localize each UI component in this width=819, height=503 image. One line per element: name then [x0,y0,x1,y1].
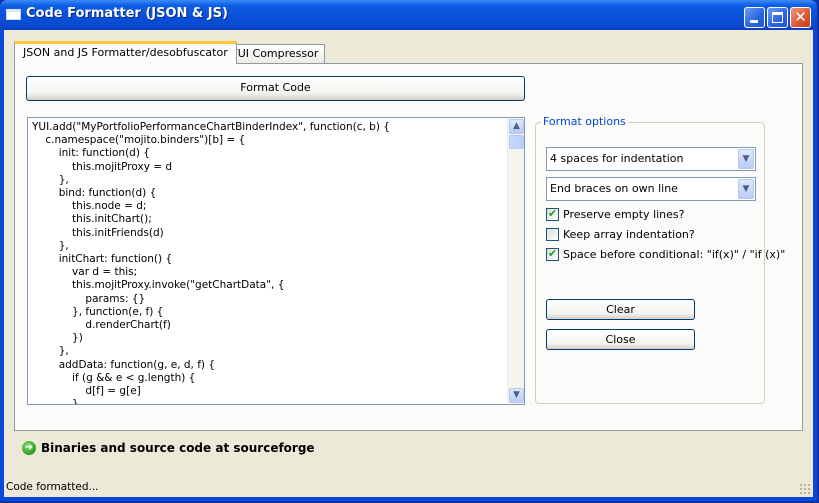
code-line: }, function(e, f) { [32,305,164,318]
formatter-tab-panel: Format Code YUI.add("MyPortfolioPerforma… [14,63,803,431]
resize-grip[interactable] [799,483,811,495]
indentation-select[interactable]: 4 spaces for indentation ▼ [546,147,756,171]
space-before-conditional-option[interactable]: ✔ Space before conditional: "if(x)" / "if… [546,246,786,264]
tab-yui-compressor[interactable]: YUI Compressor [224,44,326,64]
code-line: }) [32,332,83,345]
code-editor[interactable]: YUI.add("MyPortfolioPerformanceChartBind… [27,117,525,405]
preserve-empty-lines-checkbox[interactable]: ✔ [546,206,559,221]
tab-json-js-formatter[interactable]: JSON and JS Formatter/desobfuscator [14,41,237,64]
preserve-empty-lines-option[interactable]: ✔ Preserve empty lines? [546,206,685,224]
clear-button[interactable]: Clear [546,299,695,320]
code-line: addData: function(g, e, d, f) { [32,358,216,371]
keep-array-indentation-label: Keep array indentation? [563,228,695,241]
chevron-up-icon: ▲ [513,121,520,131]
code-line: YUI.add("MyPortfolioPerformanceChartBind… [32,121,390,133]
preserve-empty-lines-label: Preserve empty lines? [563,208,685,221]
braces-select[interactable]: End braces on own line ▼ [546,177,756,201]
maximize-button[interactable] [767,7,788,28]
scroll-up-button[interactable]: ▲ [509,119,524,134]
close-window-button[interactable]: ✕ [790,7,811,28]
code-line: bind: function(d) { [32,187,157,200]
window-title: Code Formatter (JSON & JS) [26,6,228,21]
code-line: this.initFriends(d) [32,226,164,239]
keep-array-indentation-checkbox[interactable] [546,227,559,241]
app-window: Code Formatter (JSON & JS) ✕ JSON and JS… [0,0,817,501]
code-line: init: function(d) { [32,147,150,160]
space-before-conditional-label: Space before conditional: "if(x)" / "if … [563,248,786,261]
code-line: this.mojitProxy.invoke("getChartData", { [32,279,285,292]
format-options-legend: Format options [541,115,628,128]
format-options-group: Format options 4 spaces for indentation … [535,115,785,404]
code-line: this.mojitProxy = d [32,160,173,173]
code-line: this.node = d; [32,200,147,213]
status-text: Code formatted... [6,481,99,493]
chevron-down-icon: ▼ [513,390,520,400]
code-line: params: {} [32,292,146,305]
code-scrollbar[interactable]: ▲ ▼ [507,118,524,404]
title-bar[interactable]: Code Formatter (JSON & JS) ✕ [0,0,817,30]
chevron-down-icon[interactable]: ▼ [738,149,754,169]
check-icon: ✔ [547,206,558,220]
keep-array-indentation-option[interactable]: Keep array indentation? [546,227,695,244]
code-line: d[f] = g[e] [32,385,141,398]
scroll-down-button[interactable]: ▼ [509,388,524,403]
braces-select-value: End braces on own line [550,182,678,195]
close-button[interactable]: Close [546,329,695,350]
code-line: if (g && e < g.length) { [32,371,196,384]
client-area: JSON and JS Formatter/desobfuscator YUI … [4,30,813,497]
code-line: var d = this; [32,266,138,279]
code-line: c.namespace("mojito.binders")[b] = { [32,134,246,147]
code-line: }, [32,345,69,358]
minimize-button[interactable] [744,7,765,28]
code-line: }, [32,173,69,186]
chevron-down-icon[interactable]: ▼ [738,179,754,199]
space-before-conditional-checkbox[interactable]: ✔ [546,246,559,261]
arrow-right-icon: ➜ [22,441,36,455]
indentation-select-value: 4 spaces for indentation [550,152,684,165]
sourceforge-link[interactable]: ➜ Binaries and source code at sourceforge [22,441,315,457]
code-line: } [32,398,79,405]
status-bar: Code formatted... [4,477,813,497]
maximize-icon [772,12,783,23]
code-line: this.initChart(); [32,213,152,226]
window-app-icon [6,9,21,20]
code-text[interactable]: YUI.add("MyPortfolioPerformanceChartBind… [32,121,506,405]
code-line: }, [32,239,69,252]
check-icon: ✔ [547,246,558,260]
code-line: initChart: function() { [32,253,173,266]
minimize-icon [750,20,758,23]
format-code-button[interactable]: Format Code [26,76,525,101]
sourceforge-link-text[interactable]: Binaries and source code at sourceforge [41,441,315,455]
scrollbar-thumb[interactable] [509,135,524,149]
close-icon: ✕ [794,8,807,26]
code-line: d.renderChart(f) [32,319,171,332]
